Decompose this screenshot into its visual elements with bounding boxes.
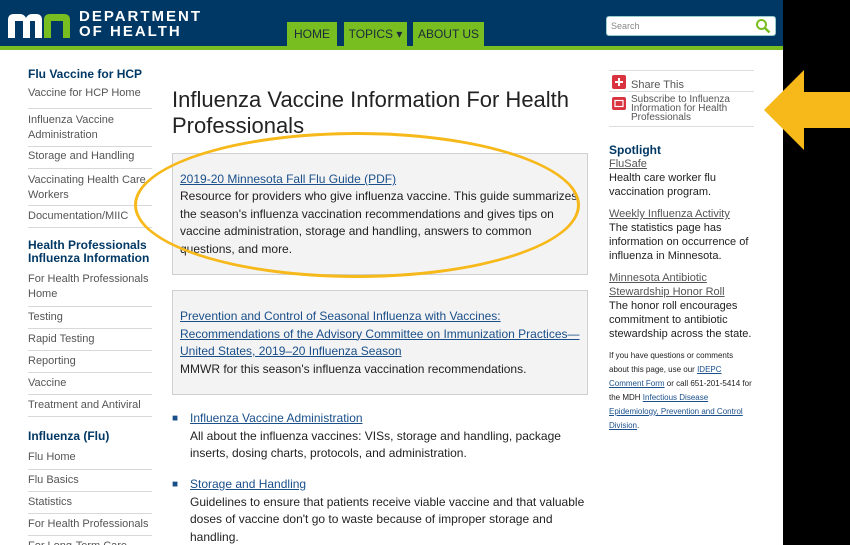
page-title: Influenza Vaccine Information For Health… bbox=[172, 87, 570, 138]
sidebar-item-rapid-testing[interactable]: Rapid Testing bbox=[28, 329, 152, 351]
spotlight-section: Spotlight FluSafe Health care worker flu… bbox=[609, 143, 754, 433]
highlight-ellipse bbox=[134, 132, 580, 278]
sidebar-item-testing[interactable]: Testing bbox=[28, 307, 152, 329]
sidebar-item-vaccine[interactable]: Vaccine bbox=[28, 373, 152, 395]
left-sidebar: Flu Vaccine for HCP Vaccine for HCP Home… bbox=[28, 68, 152, 545]
sidebar-item-for-health-professionals[interactable]: For Health Professionals bbox=[28, 514, 152, 536]
search-placeholder: Search bbox=[611, 21, 640, 31]
flusafe-link[interactable]: FluSafe bbox=[609, 158, 647, 170]
sidebar-item-statistics[interactable]: Statistics bbox=[28, 492, 152, 514]
storage-handling-description: Guidelines to ensure that patients recei… bbox=[190, 494, 585, 544]
nav-topics[interactable]: TOPICS ▾ bbox=[344, 22, 407, 47]
dept-line-1: DEPARTMENT bbox=[79, 8, 203, 25]
sidebar-item-storage-handling[interactable]: Storage and Handling bbox=[28, 147, 152, 169]
plus-icon bbox=[612, 75, 626, 89]
search-icon[interactable] bbox=[755, 18, 771, 34]
department-title: DEPARTMENT OF HEALTH bbox=[79, 9, 202, 39]
email-icon bbox=[612, 97, 626, 110]
weekly-activity-description: The statistics page has information on o… bbox=[609, 222, 749, 262]
sidebar-heading-hp-influenza[interactable]: Health Professionals Influenza Informati… bbox=[28, 239, 152, 265]
contact-note: If you have questions or comments about … bbox=[609, 349, 754, 433]
sidebar-heading-flu-vaccine-hcp[interactable]: Flu Vaccine for HCP bbox=[28, 68, 152, 81]
nav-about-us[interactable]: ABOUT US bbox=[413, 22, 484, 47]
share-this-label: Share This bbox=[631, 79, 684, 91]
weekly-influenza-activity-link[interactable]: Weekly Influenza Activity bbox=[609, 207, 754, 221]
right-sidebar: Share This Subscribe to Influenza Inform… bbox=[609, 70, 754, 433]
acip-description: MMWR for this season's influenza vaccina… bbox=[180, 361, 527, 376]
bullet-icon: ■ bbox=[172, 413, 179, 424]
storage-handling-link[interactable]: Storage and Handling bbox=[190, 477, 306, 491]
sidebar-item-flu-basics[interactable]: Flu Basics bbox=[28, 470, 152, 492]
contact-text-3: . bbox=[637, 421, 640, 430]
share-this-row[interactable]: Share This bbox=[609, 70, 754, 92]
honor-roll-description: The honor roll encourages commitment to … bbox=[609, 300, 752, 340]
vaccine-administration-link[interactable]: Influenza Vaccine Administration bbox=[190, 411, 363, 425]
acip-box: Prevention and Control of Seasonal Influ… bbox=[172, 290, 588, 395]
nav-home[interactable]: HOME bbox=[287, 22, 337, 47]
sidebar-item-long-term-care[interactable]: For Long-Term Care bbox=[28, 536, 152, 545]
arrow-left-icon bbox=[764, 70, 850, 150]
site-header: DEPARTMENT OF HEALTH HOME TOPICS ▾ ABOUT… bbox=[0, 0, 783, 47]
mn-logo-icon[interactable] bbox=[6, 8, 74, 42]
header-accent-line bbox=[0, 46, 783, 50]
sidebar-item-treatment-antiviral[interactable]: Treatment and Antiviral bbox=[28, 395, 152, 417]
flusafe-description: Health care worker flu vaccination progr… bbox=[609, 172, 716, 198]
sidebar-heading-influenza-flu[interactable]: Influenza (Flu) bbox=[28, 430, 152, 443]
sidebar-item-hp-home[interactable]: For Health Professionals Home bbox=[28, 269, 152, 307]
vaccine-administration-description: All about the influenza vaccines: VISs, … bbox=[190, 428, 561, 461]
subscribe-row[interactable]: Subscribe to Influenza Information for H… bbox=[609, 92, 754, 127]
stewardship-honor-roll-link[interactable]: Minnesota Antibiotic Stewardship Honor R… bbox=[609, 271, 754, 299]
page: DEPARTMENT OF HEALTH HOME TOPICS ▾ ABOUT… bbox=[0, 0, 783, 545]
spotlight-heading: Spotlight bbox=[609, 143, 661, 157]
sidebar-item-reporting[interactable]: Reporting bbox=[28, 351, 152, 373]
search-input[interactable]: Search bbox=[606, 16, 776, 36]
dept-line-2: OF HEALTH bbox=[79, 23, 182, 40]
subscribe-label: Subscribe to Influenza Information for H… bbox=[631, 94, 730, 123]
sidebar-item-vaccine-administration[interactable]: Influenza Vaccine Administration bbox=[28, 109, 152, 147]
sidebar-item-vaccine-hcp-home[interactable]: Vaccine for HCP Home bbox=[28, 87, 152, 109]
bullet-icon: ■ bbox=[172, 479, 179, 490]
sidebar-item-flu-home[interactable]: Flu Home bbox=[28, 448, 152, 470]
acip-recommendations-link[interactable]: Prevention and Control of Seasonal Influ… bbox=[180, 309, 580, 358]
